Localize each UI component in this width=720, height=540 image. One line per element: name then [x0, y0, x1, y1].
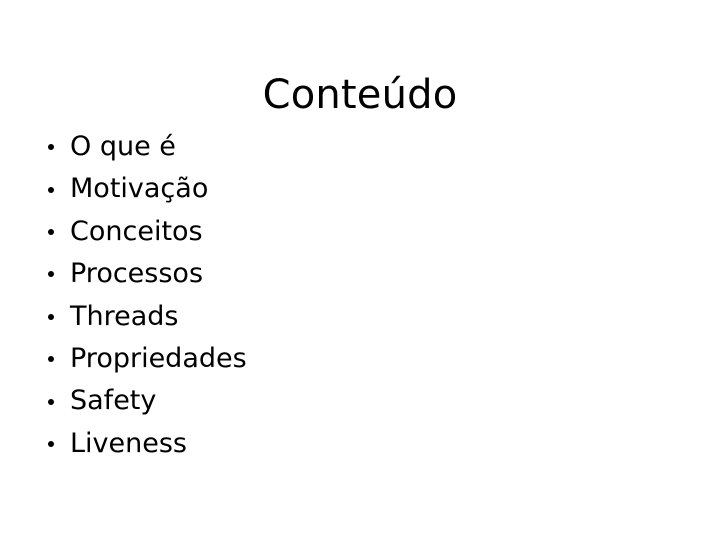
- list-item-label: Safety: [70, 385, 157, 417]
- bullet-point-icon: [48, 313, 54, 320]
- list-item: Processos: [36, 253, 656, 295]
- bullet-point-icon: [48, 186, 54, 193]
- list-item: Motivação: [36, 168, 656, 210]
- list-item-label: Processos: [70, 258, 204, 290]
- list-item: O que é: [36, 126, 656, 168]
- list-item: Liveness: [36, 423, 656, 465]
- list-item-label: Motivação: [70, 173, 209, 205]
- list-item-label: Liveness: [70, 427, 187, 459]
- list-item-label: O que é: [70, 131, 176, 162]
- list-item: Threads: [36, 296, 656, 338]
- bullet-point-icon: [48, 398, 54, 405]
- list-item: Conceitos: [36, 211, 656, 253]
- list-item: Safety: [36, 380, 656, 422]
- list-item: Propriedades: [36, 338, 656, 380]
- bullet-point-icon: [48, 271, 54, 278]
- slide-content-body: O que é Motivação Conceitos Processos Th…: [36, 126, 656, 465]
- page-title: Conteúdo: [262, 71, 458, 118]
- list-item-label: Threads: [70, 300, 179, 332]
- bullet-point-icon: [48, 356, 54, 363]
- bullet-point-icon: [48, 144, 54, 151]
- list-item-label: Propriedades: [70, 342, 247, 374]
- agenda-bullet-list: O que é Motivação Conceitos Processos Th…: [36, 126, 656, 465]
- presentation-slide: Conteúdo O que é Motivação Conceitos Pro…: [0, 0, 720, 540]
- bullet-point-icon: [48, 228, 54, 235]
- list-item-label: Conceitos: [70, 215, 203, 247]
- bullet-point-icon: [48, 440, 54, 447]
